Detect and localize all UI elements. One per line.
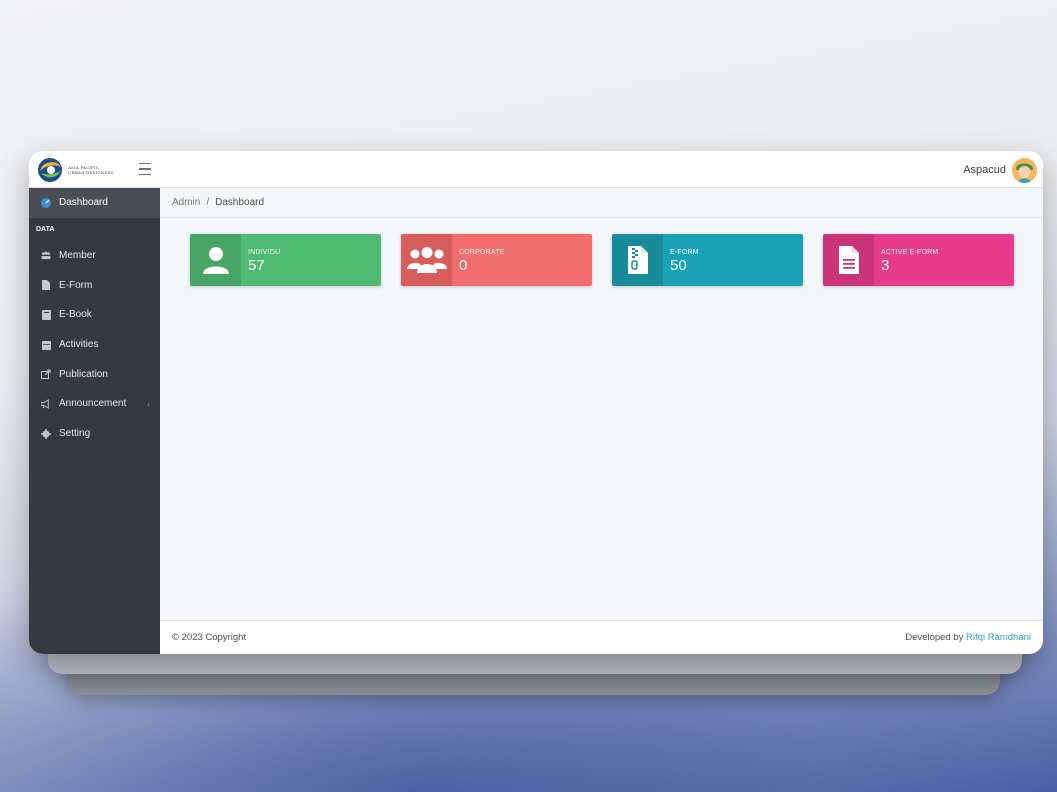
sidebar-item-setting[interactable]: Setting: [29, 419, 160, 449]
breadcrumb-current: Dashboard: [215, 197, 265, 208]
user-name[interactable]: Aspacud: [963, 164, 1006, 176]
stat-card-e-form[interactable]: E-FORM 50: [612, 234, 803, 286]
users-icon: [41, 251, 51, 261]
brand-logo[interactable]: ASIA PACIFIC URBAN DESIGNERS: [37, 157, 149, 183]
breadcrumb: Admin / Dashboard: [160, 188, 1043, 218]
sidebar-item-e-form[interactable]: E-Form: [29, 270, 160, 300]
stat-card-icon-box: [612, 234, 663, 286]
book-icon: [41, 309, 51, 320]
stat-card-body: INDIVIDU 57: [241, 234, 381, 286]
stat-card-label: E-FORM: [670, 249, 699, 256]
stat-card-icon-box: [823, 234, 874, 286]
breadcrumb-separator: /: [206, 197, 210, 208]
stat-card-value: 3: [881, 257, 890, 274]
sidebar-item-label: Member: [59, 250, 96, 262]
main-content: Admin / Dashboard INDIVIDU 57 CORPORATE …: [160, 188, 1043, 654]
users-group-icon: [406, 247, 447, 273]
user-menu[interactable]: Aspacud: [963, 157, 1037, 183]
stat-card-body: ACTIVE E-FORM 3: [874, 234, 1014, 286]
sidebar-item-e-book[interactable]: E-Book: [29, 300, 160, 330]
user-icon: [202, 247, 229, 274]
sidebar-item-publication[interactable]: Publication: [29, 359, 160, 389]
stat-card-active-e-form[interactable]: ACTIVE E-FORM 3: [823, 234, 1014, 286]
stat-card-value: 50: [670, 257, 687, 274]
stat-card-corporate[interactable]: CORPORATE 0: [401, 234, 592, 286]
zip-file-icon: [627, 246, 648, 274]
logo-text: ASIA PACIFIC URBAN DESIGNERS: [68, 165, 114, 175]
sidebar-item-label: Dashboard: [59, 197, 108, 209]
file-icon: [41, 280, 51, 291]
document-icon: [838, 246, 859, 274]
stat-card-icon-box: [401, 234, 452, 286]
footer: © 2023 Copyright Developed by Rifqi Ramd…: [160, 620, 1043, 654]
developer-credit: Developed by Rifqi Ramdhani: [905, 632, 1031, 643]
stat-card-value: 0: [459, 257, 468, 274]
stat-card-label: INDIVIDU: [248, 249, 281, 256]
top-navbar: ASIA PACIFIC URBAN DESIGNERS Aspacud: [29, 151, 1043, 188]
megaphone-icon: [41, 399, 51, 409]
logo-line-2: URBAN DESIGNERS: [68, 170, 114, 175]
stat-card-body: CORPORATE 0: [452, 234, 592, 286]
logo-mark-icon: [38, 158, 62, 182]
app-window: ASIA PACIFIC URBAN DESIGNERS Aspacud Das…: [29, 151, 1043, 654]
calendar-icon: [41, 340, 51, 350]
sidebar-item-label: E-Book: [59, 309, 92, 321]
copyright-text: © 2023 Copyright: [172, 632, 247, 643]
stat-card-label: ACTIVE E-FORM: [881, 249, 939, 256]
sidebar-item-announcement[interactable]: Announcement ‹: [29, 389, 160, 419]
sidebar-item-dashboard[interactable]: Dashboard: [29, 188, 160, 218]
avatar-face-icon: [1012, 157, 1037, 183]
sidebar-section-header: DATA: [36, 226, 55, 234]
avatar[interactable]: [1012, 157, 1037, 183]
menu-toggle-icon[interactable]: [139, 163, 151, 175]
stat-card-icon-box: [190, 234, 241, 286]
stat-card-body: E-FORM 50: [663, 234, 803, 286]
share-icon: [41, 369, 51, 380]
sidebar: Dashboard DATA Member E-Form E-Book Acti…: [29, 188, 160, 654]
sidebar-item-label: Setting: [59, 428, 91, 440]
chevron-left-icon[interactable]: ‹: [147, 399, 150, 409]
developer-link[interactable]: Rifqi Ramdhani: [966, 632, 1031, 643]
gear-icon: [41, 428, 51, 439]
breadcrumb-root[interactable]: Admin: [172, 197, 200, 208]
stat-card-individu[interactable]: INDIVIDU 57: [190, 234, 381, 286]
sidebar-item-member[interactable]: Member: [29, 241, 160, 271]
stat-cards: INDIVIDU 57 CORPORATE 0 E-FORM 50 ACTIVE…: [190, 234, 1014, 286]
dashboard-icon: [41, 197, 51, 208]
sidebar-item-activities[interactable]: Activities: [29, 330, 160, 360]
stat-card-label: CORPORATE: [459, 249, 505, 256]
sidebar-item-label: E-Form: [59, 279, 93, 291]
sidebar-item-label: Activities: [59, 339, 99, 351]
sidebar-item-label: Publication: [59, 368, 108, 380]
stat-card-value: 57: [248, 257, 265, 274]
sidebar-item-label: Announcement: [59, 398, 127, 410]
developed-by-label: Developed by: [905, 632, 964, 643]
